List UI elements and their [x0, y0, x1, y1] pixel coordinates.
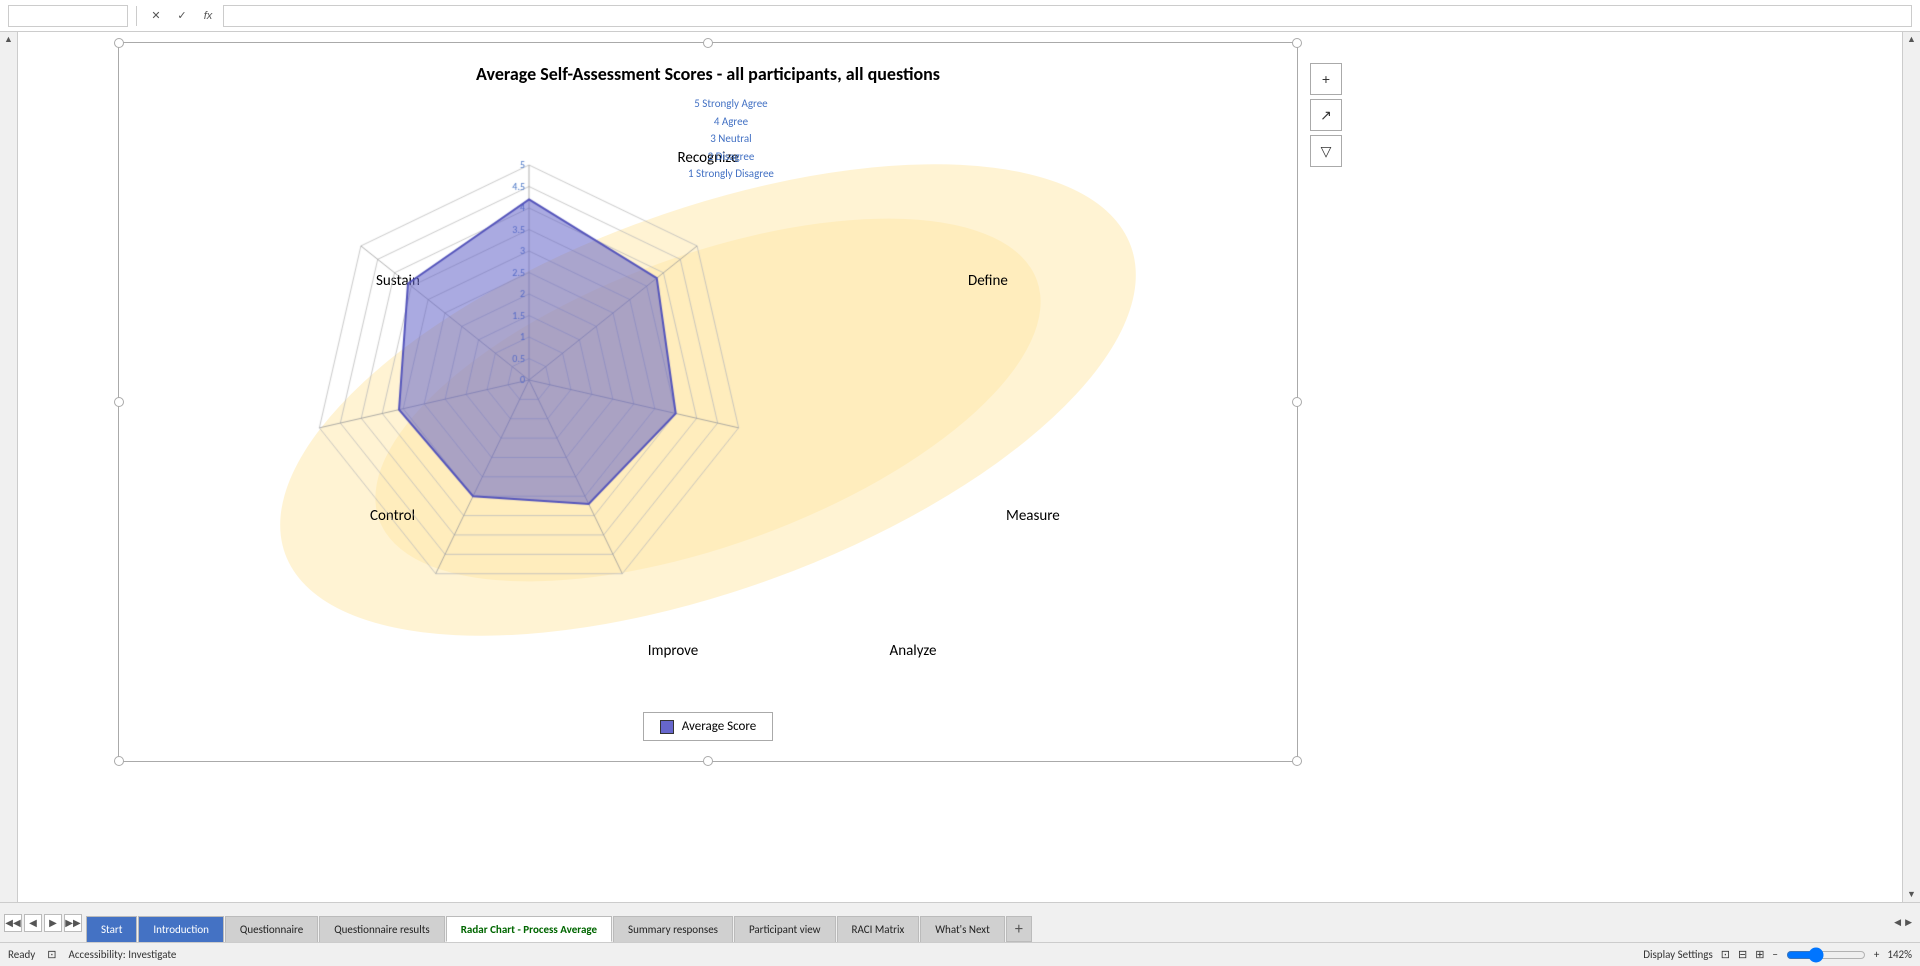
tab-raci-matrix[interactable]: RACI Matrix: [837, 916, 920, 942]
status-ready: Ready: [8, 948, 35, 961]
nav-next[interactable]: ▶: [44, 914, 62, 932]
chart-title: Average Self-Assessment Scores - all par…: [476, 63, 940, 85]
nav-prev[interactable]: ◀: [24, 914, 42, 932]
axis-label-define: Define: [968, 272, 1008, 290]
cell-reference-box[interactable]: [8, 5, 128, 27]
status-bar: Ready ⊡ Accessibility: Investigate Displ…: [0, 942, 1920, 966]
tab-bar-right: ◀ ▶: [1886, 903, 1920, 942]
accessibility-label[interactable]: Accessibility: Investigate: [69, 948, 177, 961]
horizontal-scroll-left[interactable]: ◀: [1894, 917, 1901, 928]
axis-label-measure: Measure: [1006, 507, 1060, 525]
tab-participant-view[interactable]: Participant view: [734, 916, 836, 942]
chart-container[interactable]: + ↗ ▽ Average Self-Assessment Scores - a…: [118, 42, 1298, 762]
cell-mode-icon: ⊡: [47, 948, 56, 961]
sheet-navigation: ◀◀ ◀ ▶ ▶▶: [0, 903, 86, 942]
bottom-tab-bar: ◀◀ ◀ ▶ ▶▶ Start Introduction Questionnai…: [0, 902, 1920, 942]
tab-questionnaire[interactable]: Questionnaire: [225, 916, 318, 942]
vertical-scrollbar-left[interactable]: ▲: [0, 32, 18, 902]
legend-color-swatch: [660, 720, 674, 734]
zoom-slider[interactable]: [1786, 947, 1866, 963]
formula-toolbar: ✕ ✓ fx: [0, 0, 1920, 32]
zoom-percentage: 142%: [1887, 948, 1912, 961]
tab-whats-next[interactable]: What's Next: [920, 916, 1005, 942]
view-normal[interactable]: ⊡: [1721, 948, 1730, 961]
display-settings[interactable]: Display Settings: [1643, 948, 1713, 961]
view-page-break[interactable]: ⊞: [1755, 948, 1764, 961]
tab-questionnaire-results[interactable]: Questionnaire results: [319, 916, 445, 942]
tab-summary-responses[interactable]: Summary responses: [613, 916, 733, 942]
tab-start[interactable]: Start: [86, 916, 137, 942]
status-cell-mode: ⊡: [47, 948, 56, 961]
chart-body: 5 Strongly Agree 4 Agree 3 Neutral 2 Dis…: [139, 95, 1277, 704]
vertical-scrollbar-right[interactable]: ▲ ▼: [1902, 32, 1920, 902]
formula-input[interactable]: [223, 5, 1912, 27]
main-content: ▲ + ↗ ▽ Average Self-Assessment Scores -…: [0, 32, 1920, 902]
chart-style-button[interactable]: ↗: [1310, 99, 1342, 131]
chart-legend: Average Score: [643, 712, 773, 741]
sheet-tabs-container: Start Introduction Questionnaire Questio…: [86, 903, 1886, 942]
zoom-out-btn[interactable]: −: [1772, 948, 1777, 961]
cancel-button[interactable]: ✕: [145, 5, 167, 27]
tab-introduction[interactable]: Introduction: [138, 916, 224, 942]
radar-canvas: [139, 95, 919, 655]
function-button[interactable]: fx: [197, 5, 219, 27]
horizontal-scroll-right[interactable]: ▶: [1905, 917, 1912, 928]
view-layout[interactable]: ⊟: [1738, 948, 1747, 961]
add-sheet-button[interactable]: +: [1006, 916, 1032, 942]
status-bar-right: Display Settings ⊡ ⊟ ⊞ − + 142%: [1643, 947, 1912, 963]
legend-label: Average Score: [682, 719, 756, 734]
chart-inner: Average Self-Assessment Scores - all par…: [119, 43, 1297, 761]
zoom-in-btn[interactable]: +: [1874, 948, 1879, 961]
confirm-button[interactable]: ✓: [171, 5, 193, 27]
nav-last[interactable]: ▶▶: [64, 914, 82, 932]
nav-first[interactable]: ◀◀: [4, 914, 22, 932]
toolbar-separator-1: [136, 6, 137, 26]
chart-filter-button[interactable]: ▽: [1310, 135, 1342, 167]
chart-sidebar-buttons: + ↗ ▽: [1310, 63, 1342, 167]
tab-radar-chart[interactable]: Radar Chart - Process Average: [446, 916, 612, 942]
sheet-area: + ↗ ▽ Average Self-Assessment Scores - a…: [18, 32, 1902, 902]
chart-add-element-button[interactable]: +: [1310, 63, 1342, 95]
